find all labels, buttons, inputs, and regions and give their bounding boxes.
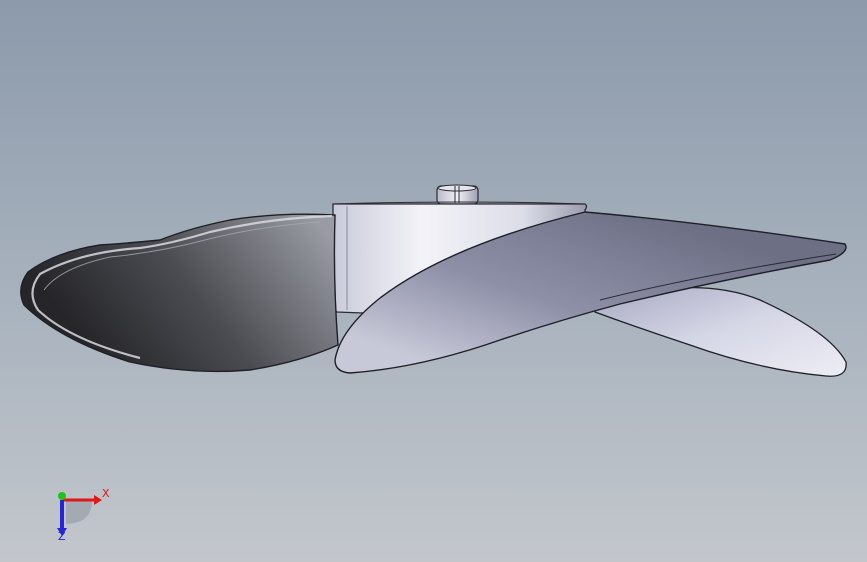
graphics-viewport[interactable]: X Z <box>0 0 867 562</box>
y-axis-dot <box>58 492 66 500</box>
propeller-model[interactable] <box>0 0 867 562</box>
axis-triad <box>57 492 102 536</box>
propeller-blade-left[interactable] <box>20 213 339 373</box>
hub-bolt[interactable] <box>436 184 479 205</box>
z-axis-label: Z <box>58 530 66 543</box>
x-axis-label: X <box>102 487 110 500</box>
